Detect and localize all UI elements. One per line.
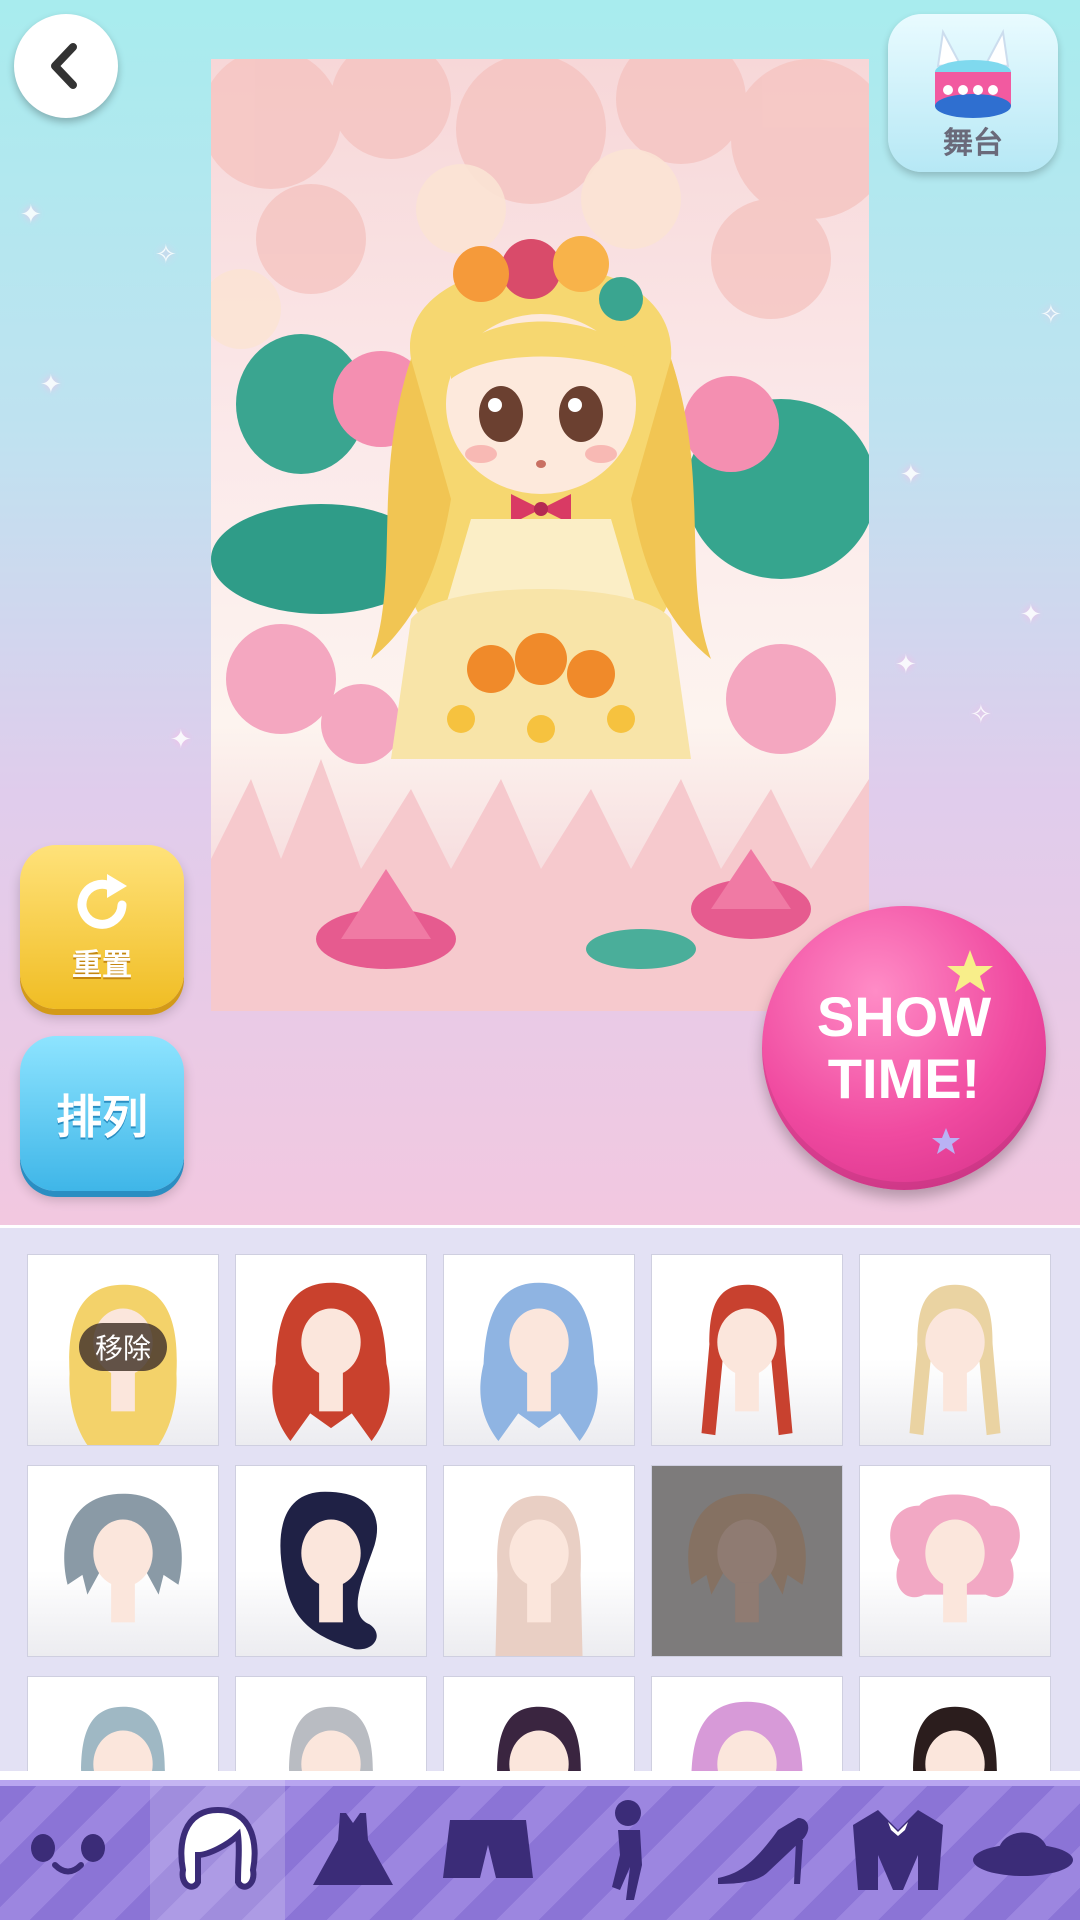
sort-button-label: 排列 bbox=[56, 1089, 148, 1144]
stage-background: ✦ ✦ ✧ ✦ ✦ ✧ ✦ ✧ ✦ 舞台 重置 排列 SHOW TIME! bbox=[0, 0, 1080, 1225]
tab-hair[interactable] bbox=[150, 1780, 285, 1920]
hair-thumbnail bbox=[289, 1706, 373, 1771]
tab-bottoms[interactable] bbox=[420, 1780, 555, 1920]
star-decoration-icon bbox=[932, 950, 993, 1154]
hair-icon bbox=[177, 1806, 258, 1890]
reset-button-label: 重置 bbox=[72, 948, 132, 983]
back-button[interactable] bbox=[14, 14, 118, 118]
hair-thumbnail bbox=[913, 1706, 997, 1771]
tab-face[interactable] bbox=[0, 1780, 135, 1920]
hair-item-tile[interactable] bbox=[651, 1465, 843, 1657]
tab-dress[interactable] bbox=[285, 1780, 420, 1920]
sparkle-decoration: ✦ bbox=[1020, 600, 1042, 630]
hair-thumbnail bbox=[890, 1494, 1020, 1623]
hair-item-tile[interactable]: 移除 bbox=[27, 1254, 219, 1446]
hair-thumbnail bbox=[81, 1706, 165, 1771]
hair-thumbnail bbox=[280, 1491, 378, 1650]
tab-hat[interactable] bbox=[955, 1780, 1080, 1920]
sparkle-decoration: ✧ bbox=[155, 240, 177, 270]
hair-item-tile[interactable] bbox=[859, 1676, 1051, 1771]
hair-thumbnail bbox=[64, 1493, 182, 1623]
character-preview bbox=[211, 59, 869, 1011]
hair-selection-panel: 移除 bbox=[0, 1225, 1080, 1771]
chevron-left-icon bbox=[51, 43, 77, 89]
hair-thumbnail bbox=[688, 1493, 806, 1623]
hair-item-tile[interactable] bbox=[443, 1254, 635, 1446]
hair-item-tile[interactable] bbox=[859, 1254, 1051, 1446]
hair-item-tile[interactable] bbox=[27, 1465, 219, 1657]
face-icon bbox=[30, 1834, 105, 1875]
hair-item-tile[interactable] bbox=[235, 1465, 427, 1657]
sparkle-decoration: ✧ bbox=[970, 700, 992, 730]
sparkle-decoration: ✦ bbox=[40, 370, 62, 400]
hair-item-tile[interactable] bbox=[859, 1465, 1051, 1657]
hair-item-tile[interactable] bbox=[443, 1676, 635, 1771]
hair-thumbnail bbox=[272, 1282, 390, 1442]
character-illustration bbox=[211, 59, 869, 1011]
hair-thumbnail bbox=[909, 1284, 1001, 1436]
pose-figure-icon bbox=[611, 1800, 642, 1900]
hair-item-tile[interactable] bbox=[235, 1676, 427, 1771]
stage-button[interactable]: 舞台 bbox=[888, 14, 1058, 172]
hair-item-tile[interactable] bbox=[651, 1676, 843, 1771]
hair-item-tile[interactable] bbox=[443, 1465, 635, 1657]
sparkle-decoration: ✦ bbox=[900, 460, 922, 490]
tab-pose[interactable] bbox=[560, 1780, 695, 1920]
jacket-icon bbox=[852, 1810, 943, 1890]
tab-shoes[interactable] bbox=[695, 1780, 830, 1920]
sparkle-decoration: ✦ bbox=[20, 200, 42, 230]
hair-item-tile[interactable] bbox=[27, 1676, 219, 1771]
remove-badge[interactable]: 移除 bbox=[78, 1323, 168, 1371]
stage-button-label: 舞台 bbox=[943, 126, 1003, 161]
hair-thumbnail bbox=[691, 1701, 803, 1771]
sparkle-decoration: ✦ bbox=[170, 725, 192, 755]
hair-thumbnail bbox=[701, 1284, 793, 1436]
hair-thumbnail bbox=[495, 1495, 583, 1656]
sparkle-decoration: ✧ bbox=[1040, 300, 1062, 330]
hair-item-grid: 移除 bbox=[27, 1254, 1051, 1771]
drum-stage-icon bbox=[935, 28, 1011, 118]
show-time-button[interactable]: SHOW TIME! bbox=[762, 906, 1046, 1190]
shorts-icon bbox=[442, 1820, 533, 1878]
hair-item-tile[interactable] bbox=[651, 1254, 843, 1446]
sort-button[interactable]: 排列 bbox=[20, 1036, 184, 1191]
hair-item-tile[interactable] bbox=[235, 1254, 427, 1446]
hat-icon bbox=[972, 1832, 1073, 1876]
reset-button[interactable]: 重置 bbox=[20, 845, 184, 1009]
high-heel-icon bbox=[717, 1818, 808, 1884]
sparkle-decoration: ✦ bbox=[895, 650, 917, 680]
dress-icon bbox=[312, 1813, 393, 1885]
category-tab-bar bbox=[0, 1780, 1080, 1920]
tab-outerwear[interactable] bbox=[830, 1780, 965, 1920]
refresh-icon bbox=[77, 874, 127, 929]
hair-thumbnail bbox=[480, 1282, 598, 1442]
hair-thumbnail bbox=[497, 1706, 581, 1771]
